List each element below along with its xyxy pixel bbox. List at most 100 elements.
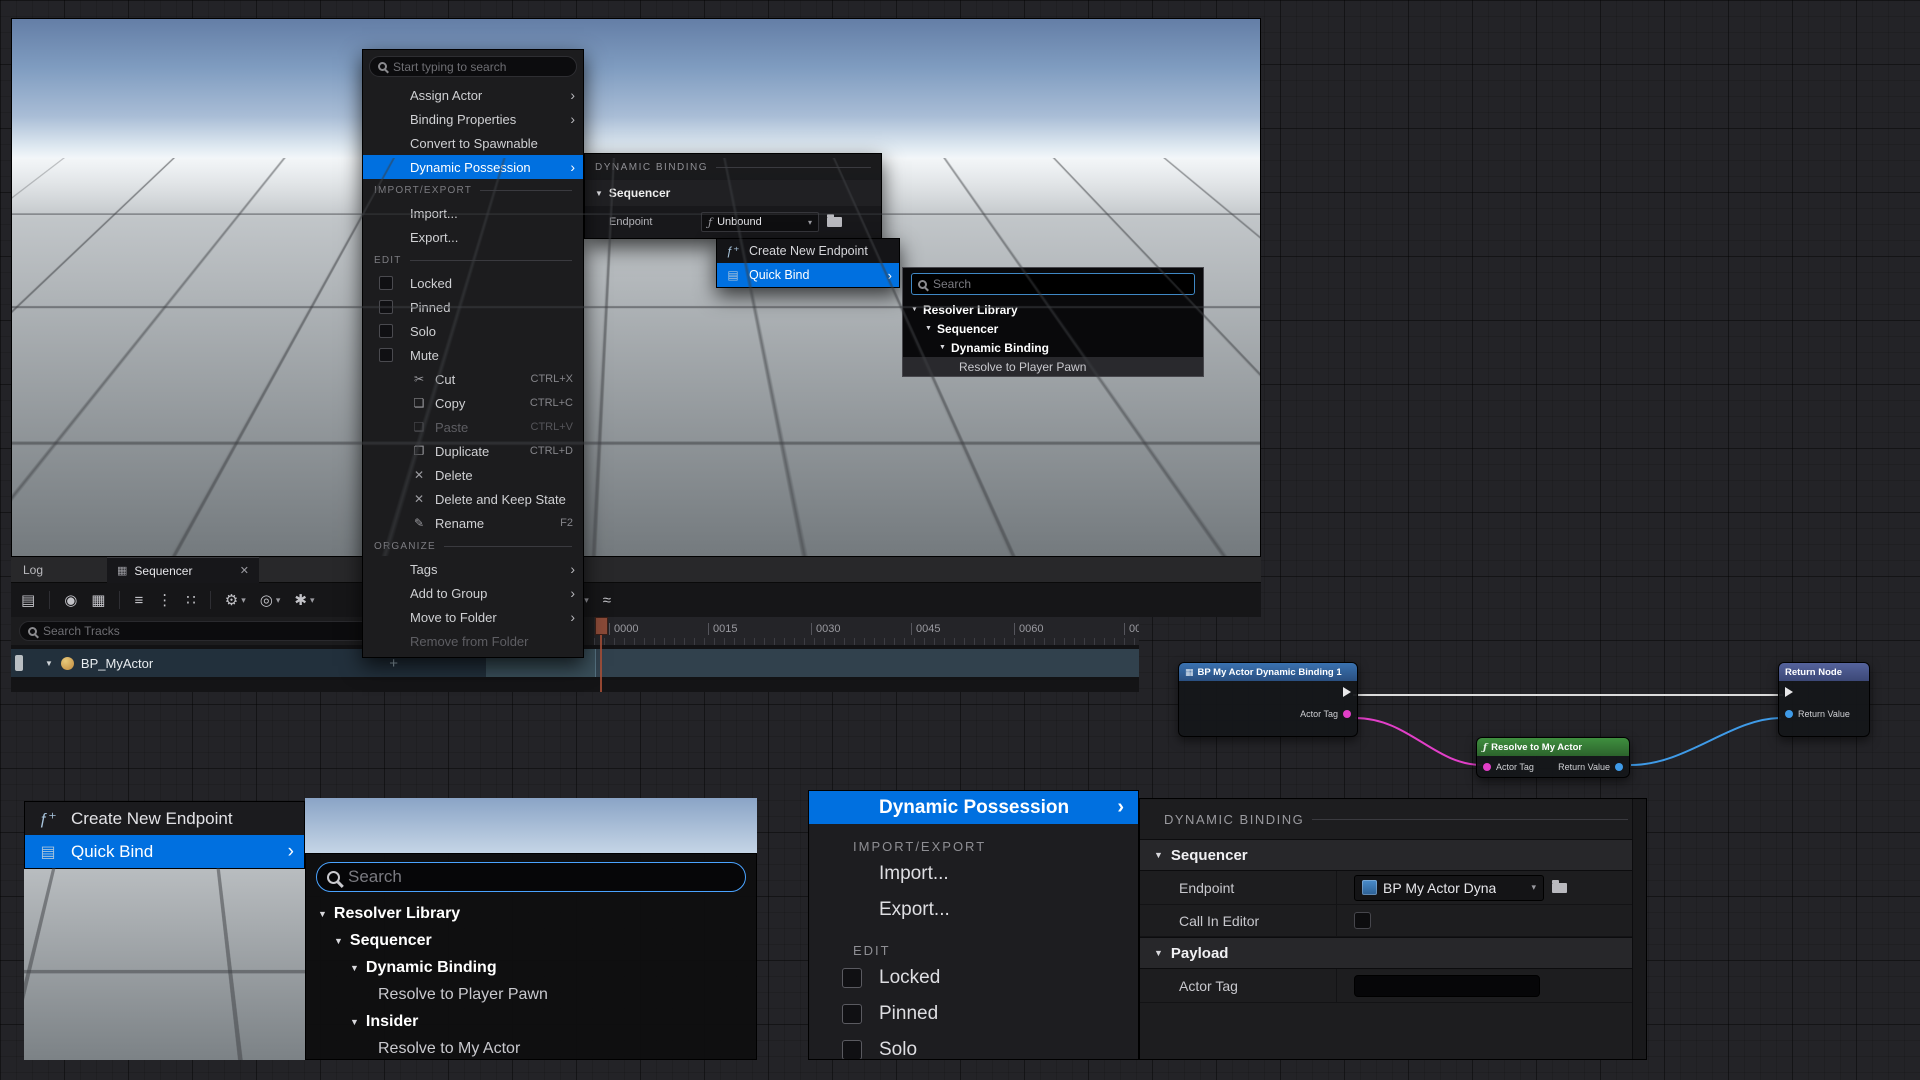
menu-item-quick-bind[interactable]: ▤ Quick Bind › — [25, 835, 304, 868]
menu-item-convert-to-spawnable[interactable]: Convert to Spawnable — [363, 131, 583, 155]
return-value-pin-icon[interactable] — [1615, 763, 1623, 771]
playhead-marker[interactable] — [595, 617, 608, 635]
node-pin-row: Actor Tag Return Value — [1477, 756, 1629, 778]
resolver-search-input[interactable] — [348, 867, 735, 887]
tree-item-sequencer[interactable]: ▼Sequencer — [306, 927, 756, 954]
exec-in-pin[interactable] — [1779, 681, 1869, 703]
outliner-button[interactable]: ≡ — [134, 592, 143, 609]
menu-item-add-to-group[interactable]: Add to Group› — [363, 581, 583, 605]
timeline-ruler[interactable]: 0000 0015 0030 0045 0060 00 — [594, 617, 1139, 645]
menu-item-assign-actor[interactable]: Assign Actor› — [363, 83, 583, 107]
tools-dropdown[interactable]: ⚙▾ — [225, 591, 246, 609]
save-button[interactable]: ▤ — [21, 591, 35, 609]
checkbox[interactable] — [842, 968, 862, 988]
tree-item-resolve-to-player-pawn[interactable]: Resolve to Player Pawn — [903, 357, 1203, 376]
checkbox[interactable] — [842, 1040, 862, 1060]
tree-item-dynamic-binding[interactable]: ▼Dynamic Binding — [306, 954, 756, 981]
menu-section-edit: EDIT — [809, 940, 1138, 960]
node-return[interactable]: Return Node Return Value — [1778, 662, 1870, 737]
actor-tag-pin-icon[interactable] — [1483, 763, 1491, 771]
menu-item-locked[interactable]: Locked — [363, 271, 583, 295]
resolver-search-input[interactable] — [933, 277, 1188, 291]
section-sequencer[interactable]: ▼Sequencer — [585, 180, 881, 206]
tree-item-resolver-library[interactable]: ▼Resolver Library — [306, 900, 756, 927]
rename-icon: ✎ — [410, 516, 428, 530]
checkbox[interactable] — [379, 276, 393, 290]
menu-item-import[interactable]: Import... — [363, 201, 583, 225]
tree-item-sequencer[interactable]: ▼Sequencer — [903, 319, 1203, 338]
checkbox[interactable] — [379, 324, 393, 338]
menu-item-pinned[interactable]: Pinned — [363, 295, 583, 319]
tree-item-dynamic-binding[interactable]: ▼Dynamic Binding — [903, 338, 1203, 357]
section-payload[interactable]: ▼Payload — [1140, 937, 1646, 969]
menu-item-tags[interactable]: Tags› — [363, 557, 583, 581]
caret-down-icon[interactable]: ▼ — [45, 659, 53, 668]
menu-item-delete-keep-state[interactable]: ✕Delete and Keep State — [363, 487, 583, 511]
sequencer-toolbar: ▤ ◉ ▦ ≡ ⋮ ∷ ⚙▾ ◎▾ ✱▾ 30 fps▾ ≈ — [11, 583, 1261, 617]
menu-item-dynamic-possession[interactable]: Dynamic Possession › — [809, 791, 1138, 824]
section-sequencer[interactable]: ▼Sequencer — [1140, 839, 1646, 871]
node-header[interactable]: ▦BP My Actor Dynamic Binding 1 — [1179, 663, 1357, 681]
tree-item-resolve-to-player-pawn[interactable]: Resolve to Player Pawn — [306, 981, 756, 1008]
menu-item-pinned[interactable]: Pinned — [809, 996, 1138, 1032]
actor-tag-pin-icon — [1343, 710, 1351, 718]
menu-item-delete[interactable]: ✕Delete — [363, 463, 583, 487]
menu-item-copy[interactable]: ❏CopyCTRL+C — [363, 391, 583, 415]
menu-item-dynamic-possession[interactable]: Dynamic Possession› — [363, 155, 583, 179]
more-button[interactable]: ⋮ — [157, 591, 172, 609]
node-resolve-to-my-actor[interactable]: ƒResolve to My Actor Actor Tag Return Va… — [1476, 737, 1630, 778]
endpoint-dropdown[interactable]: ƒ Unbound ▾ — [701, 212, 819, 232]
menu-item-solo[interactable]: Solo — [809, 1032, 1138, 1060]
endpoint-dropdown[interactable]: BP My Actor Dyna ▾ — [1354, 875, 1544, 901]
menu-item-create-new-endpoint[interactable]: ƒ⁺ Create New Endpoint — [25, 802, 304, 835]
resolver-search-box[interactable] — [911, 273, 1195, 295]
menu-item-locked[interactable]: Locked — [809, 960, 1138, 996]
tab-sequencer[interactable]: ▦ Sequencer ✕ — [107, 557, 259, 583]
camera-button[interactable]: ◉ — [64, 591, 77, 609]
checkbox[interactable] — [842, 1004, 862, 1024]
tree-item-insider[interactable]: ▼Insider — [306, 1008, 756, 1035]
menu-item-export[interactable]: Export... — [809, 892, 1138, 928]
tree-item-resolver-library[interactable]: ▼Resolver Library — [903, 300, 1203, 319]
menu-item-solo[interactable]: Solo — [363, 319, 583, 343]
view-options-dropdown[interactable]: ◎▾ — [260, 591, 281, 609]
duplicate-icon: ❐ — [410, 444, 428, 458]
resolver-search-box[interactable] — [316, 862, 746, 892]
menu-item-duplicate[interactable]: ❐DuplicateCTRL+D — [363, 439, 583, 463]
return-value-in-pin[interactable]: Return Value — [1779, 703, 1869, 725]
hierarchy-button[interactable]: ∷ — [186, 591, 196, 609]
checkbox[interactable] — [379, 348, 393, 362]
menu-item-create-new-endpoint[interactable]: ƒ⁺ Create New Endpoint — [717, 239, 899, 263]
menu-search-box[interactable] — [369, 56, 577, 77]
menu-item-mute[interactable]: Mute — [363, 343, 583, 367]
call-in-editor-checkbox[interactable] — [1354, 912, 1371, 929]
render-movie-button[interactable]: ▦ — [91, 591, 105, 609]
menu-item-export[interactable]: Export... — [363, 225, 583, 249]
menu-search-input[interactable] — [393, 60, 568, 74]
submenu-arrow-icon: › — [288, 841, 294, 863]
submenu-arrow-icon: › — [570, 111, 575, 127]
node-bp-my-actor-dynamic-binding[interactable]: ▦BP My Actor Dynamic Binding 1 Actor Tag — [1178, 662, 1358, 737]
menu-item-quick-bind[interactable]: ▤ Quick Bind › — [717, 263, 899, 287]
node-header[interactable]: Return Node — [1779, 663, 1869, 681]
curve-editor-button[interactable]: ≈ — [603, 592, 611, 609]
node-header[interactable]: ƒResolve to My Actor — [1477, 738, 1629, 756]
keying-dropdown[interactable]: ✱▾ — [294, 591, 314, 609]
browse-icon[interactable] — [827, 217, 842, 227]
endpoint-list-icon: ▤ — [725, 268, 741, 282]
menu-item-import[interactable]: Import... — [809, 856, 1138, 892]
exec-out-pin[interactable] — [1179, 681, 1357, 703]
menu-item-move-to-folder[interactable]: Move to Folder› — [363, 605, 583, 629]
actor-tag-input[interactable] — [1354, 975, 1540, 997]
actor-tag-out-pin[interactable]: Actor Tag — [1179, 703, 1357, 725]
menu-item-rename[interactable]: ✎RenameF2 — [363, 511, 583, 535]
playhead-line — [600, 635, 602, 692]
scrollbar[interactable] — [1632, 799, 1646, 1059]
browse-icon[interactable] — [1552, 883, 1567, 893]
tab-log[interactable]: Log — [11, 557, 103, 583]
close-icon[interactable]: ✕ — [240, 564, 249, 577]
menu-item-binding-properties[interactable]: Binding Properties› — [363, 107, 583, 131]
menu-item-cut[interactable]: ✂CutCTRL+X — [363, 367, 583, 391]
tree-item-resolve-to-my-actor[interactable]: Resolve to My Actor — [306, 1035, 756, 1060]
checkbox[interactable] — [379, 300, 393, 314]
